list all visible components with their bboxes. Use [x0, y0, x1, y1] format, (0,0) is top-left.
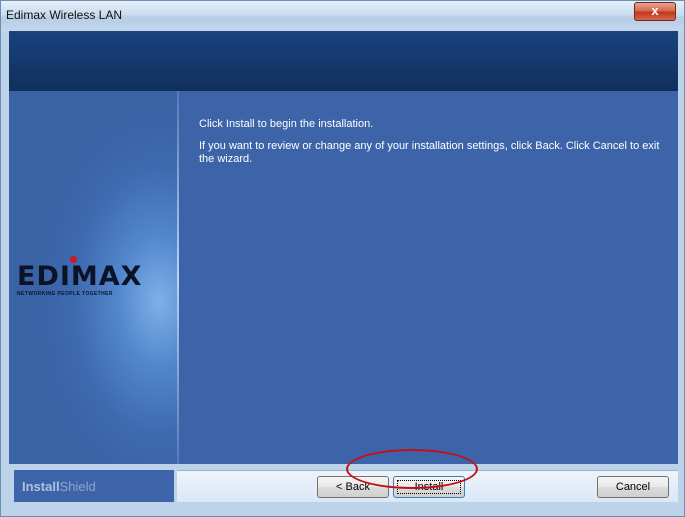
- side-panel: EDIMAX NETWORKING PEOPLE TOGETHER: [9, 91, 177, 464]
- window-title: Edimax Wireless LAN: [6, 8, 123, 22]
- highlight-circle: [346, 449, 478, 489]
- title-bar[interactable]: Edimax Wireless LAN x: [1, 1, 684, 31]
- header-band: [9, 31, 678, 91]
- review-text: If you want to review or change any of y…: [199, 140, 660, 165]
- instruction-text: Click Install to begin the installation.: [199, 118, 374, 130]
- logo-wordmark: EDIMAX: [17, 261, 143, 292]
- close-button[interactable]: x: [634, 2, 676, 21]
- panel-divider: [177, 91, 179, 464]
- installshield-logo: InstallShield: [22, 479, 96, 494]
- close-icon: x: [651, 3, 659, 18]
- wizard-body: EDIMAX NETWORKING PEOPLE TOGETHER Click …: [9, 91, 678, 464]
- footer: InstallShield < Back Install Cancel: [9, 464, 678, 509]
- installer-window: Edimax Wireless LAN x EDIMAX NETWORKING …: [0, 0, 685, 517]
- brand-light: Shield: [59, 479, 96, 494]
- installshield-brand: InstallShield: [14, 470, 174, 502]
- edimax-logo: EDIMAX NETWORKING PEOPLE TOGETHER: [17, 256, 143, 297]
- logo-dot: [70, 256, 77, 263]
- brand-bold: Install: [22, 479, 60, 494]
- cancel-button[interactable]: Cancel: [597, 476, 669, 498]
